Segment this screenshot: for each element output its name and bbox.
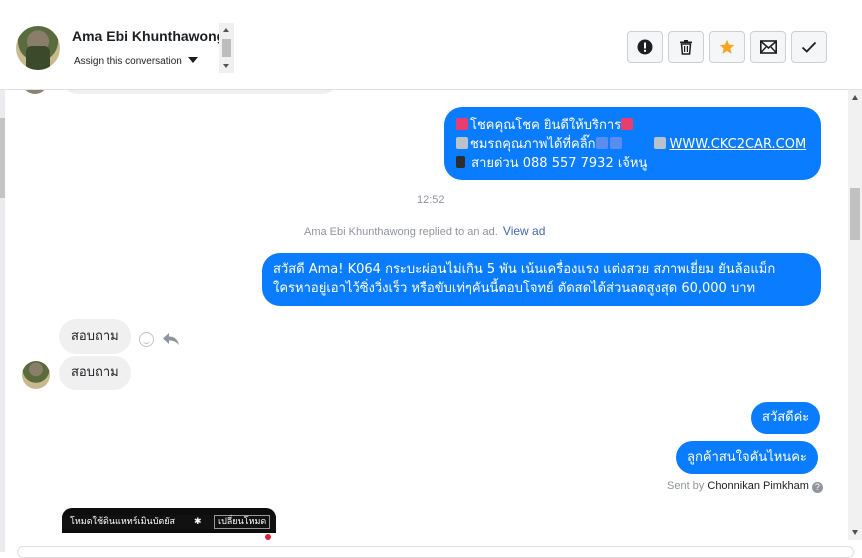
star-icon xyxy=(719,39,735,54)
notification-dot xyxy=(265,534,271,540)
promo-message-bubble[interactable]: โชคคุณโชค ยินดีให้บริการ ชมรถคุณภาพได้ที… xyxy=(444,107,821,180)
header-actions xyxy=(627,31,827,63)
image-preview-area xyxy=(62,533,276,547)
checkmark-icon xyxy=(801,41,817,53)
conversation-header: Ama Ebi Khunthawong Assign this conversa… xyxy=(0,0,862,90)
ad-reply-note: Ama Ebi Khunthawong replied to an ad. Vi… xyxy=(304,224,545,238)
promo-line-1: โชคคุณโชค ยินดีให้บริการ xyxy=(470,118,622,133)
assign-conversation-dropdown[interactable]: Assign this conversation xyxy=(74,56,198,67)
contact-avatar[interactable] xyxy=(16,26,60,70)
play-emoji-icon xyxy=(456,137,468,149)
done-button[interactable] xyxy=(791,31,827,63)
greeting-line-2: ใครหาอยู่เอาไว้ซิ่งวิ่งเร็ว หรือขับเท่ๆค… xyxy=(273,281,756,296)
sender-name[interactable]: Chonnikan Pimkham xyxy=(707,480,809,492)
trash-icon xyxy=(680,40,692,55)
bug-icon: ✱ xyxy=(194,517,202,527)
play-emoji-icon xyxy=(653,137,666,149)
header-scroll-thumb[interactable] xyxy=(222,39,231,57)
down-arrow-emoji-icon xyxy=(595,137,608,149)
caret-down-icon xyxy=(187,57,198,63)
shared-image-attachment[interactable]: โหมดใช้ดินแหทร์เมินบัตยัส ✱ เปลี่ยนโหมด xyxy=(62,508,276,547)
image-mode-button: เปลี่ยนโหมด xyxy=(214,515,271,529)
thread-scrollbar[interactable] xyxy=(848,90,862,540)
reply-arrow-icon[interactable] xyxy=(162,332,180,346)
assign-label: Assign this conversation xyxy=(74,56,182,67)
scroll-up-arrow-icon[interactable] xyxy=(852,95,858,100)
message-timestamp: 12:52 xyxy=(417,194,445,206)
avatar xyxy=(22,90,48,94)
help-icon[interactable]: ? xyxy=(811,482,823,493)
greeting-line-1: สวัสดี Ama! K064 กระบะผ่อนไม่เกิน 5 พัน … xyxy=(273,262,776,277)
scroll-down-arrow-icon[interactable] xyxy=(223,64,229,68)
unread-button[interactable] xyxy=(750,31,786,63)
promo-line-3: สายด่วน 088 557 7932 เจ้หนู xyxy=(471,156,648,171)
heart-emoji-icon xyxy=(621,118,634,130)
sent-by-note: Sent by Chonnikan Pimkham? xyxy=(667,480,823,493)
thread-scroll-thumb[interactable] xyxy=(850,188,860,240)
message-composer[interactable] xyxy=(17,546,854,558)
scroll-up-arrow-icon[interactable] xyxy=(223,28,229,32)
sent-by-prefix: Sent by xyxy=(667,480,705,492)
alert-circle-icon xyxy=(637,39,653,55)
contact-name[interactable]: Ama Ebi Khunthawong xyxy=(72,28,225,44)
delete-button[interactable] xyxy=(668,31,704,63)
greeting-message-bubble[interactable]: สวัสดี Ama! K064 กระบะผ่อนไม่เกิน 5 พัน … xyxy=(262,253,821,306)
ad-reply-text: Ama Ebi Khunthawong replied to an ad. xyxy=(304,226,498,238)
promo-line-2: ชมรถคุณภาพได้ที่คลิ๊ก xyxy=(470,137,596,152)
previous-message-bubble[interactable] xyxy=(60,90,340,94)
phone-emoji-icon xyxy=(456,156,465,168)
message-thread[interactable]: โชคคุณโชค ยินดีให้บริการ ชมรถคุณภาพได้ที… xyxy=(5,90,848,547)
incoming-message-bubble[interactable]: สอบถาม xyxy=(59,356,131,390)
view-ad-link[interactable]: View ad xyxy=(503,224,545,238)
star-button[interactable] xyxy=(709,31,745,63)
heart-emoji-icon xyxy=(456,118,468,130)
website-link[interactable]: WWW.CKC2CAR.COM xyxy=(670,137,807,152)
react-smiley-icon[interactable] xyxy=(139,332,154,347)
scroll-down-arrow-icon[interactable] xyxy=(852,530,858,535)
outgoing-message-bubble[interactable]: สวัสดีค่ะ xyxy=(751,402,821,434)
incoming-message-bubble[interactable]: สอบถาม xyxy=(59,319,131,354)
header-scrollbar[interactable] xyxy=(219,23,234,73)
down-arrow-emoji-icon xyxy=(609,137,622,149)
spam-button[interactable] xyxy=(627,31,663,63)
outgoing-message-bubble[interactable]: ลูกค้าสนใจคันไหนคะ xyxy=(676,441,818,474)
envelope-icon xyxy=(759,40,777,54)
contact-avatar-small[interactable] xyxy=(22,361,50,389)
image-caption: โหมดใช้ดินแหทร์เมินบัตยัส xyxy=(70,517,176,527)
